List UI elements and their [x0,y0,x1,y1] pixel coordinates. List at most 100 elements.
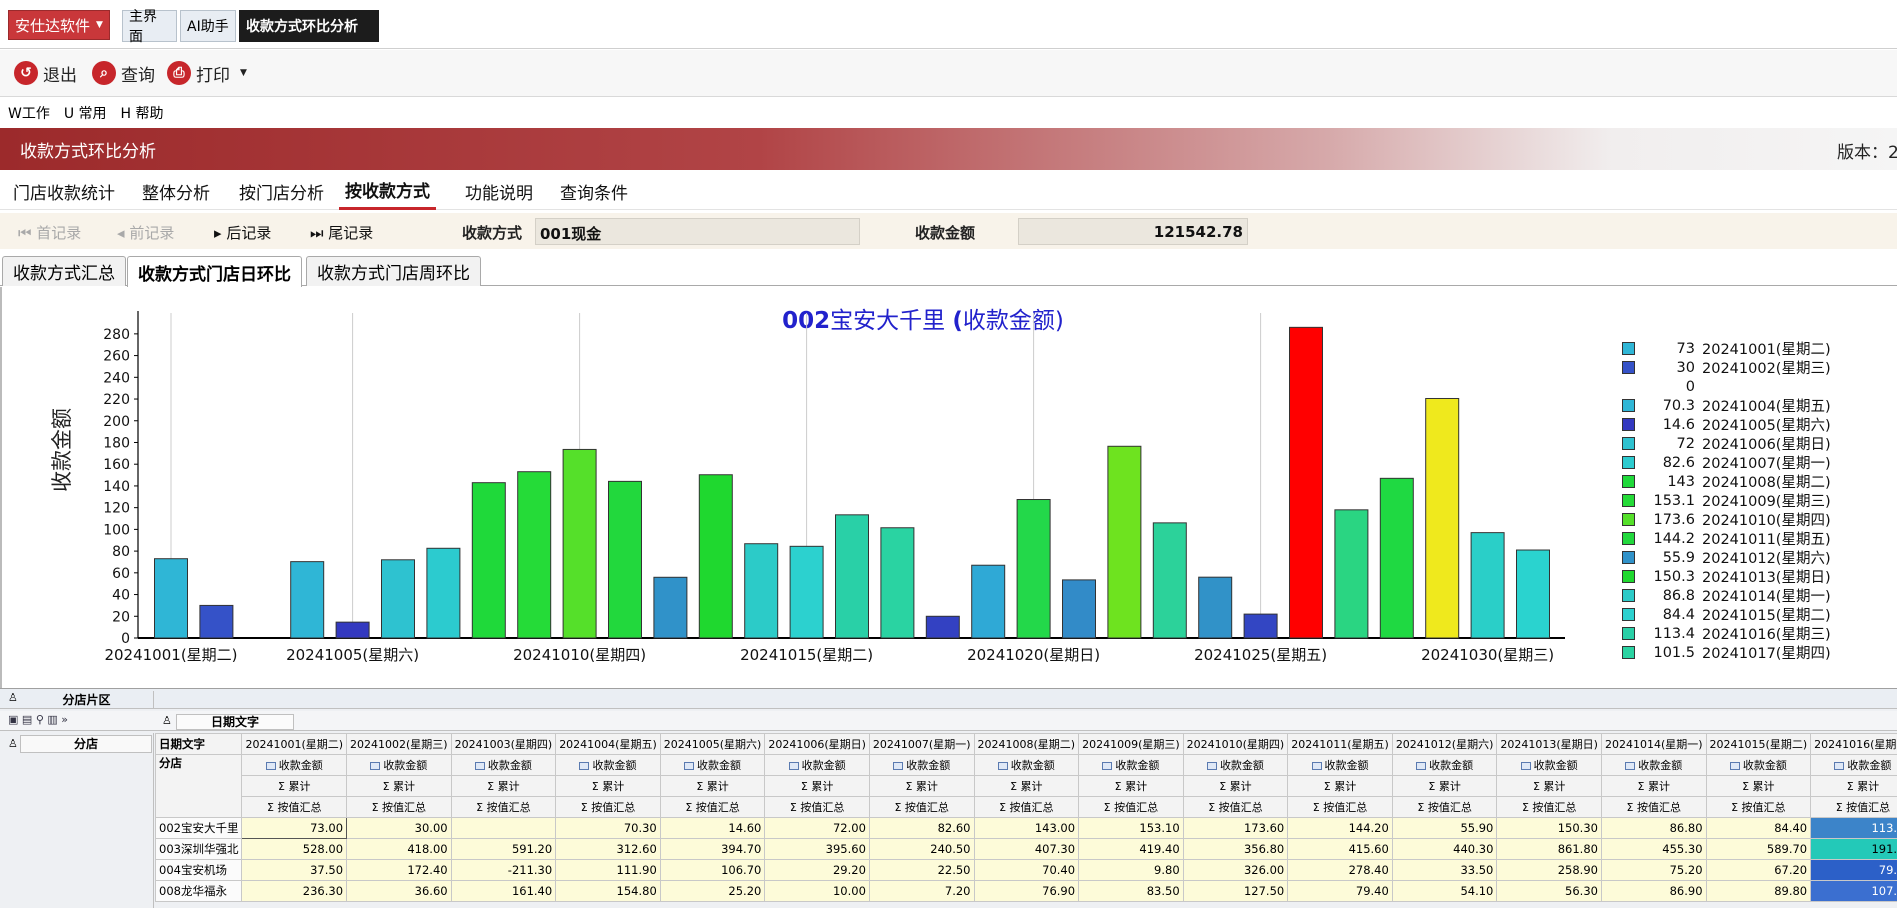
value-cell[interactable] [450,817,557,839]
next-record-button[interactable]: ▸ 后记录 [214,222,271,243]
value-cell[interactable]: 73.00 [241,817,348,839]
value-cell[interactable]: 29.20 [764,859,870,881]
field-list-icon[interactable]: ▣ [8,713,18,726]
value-cell[interactable]: 440.30 [1391,838,1498,860]
value-cell[interactable]: 394.70 [659,838,766,860]
bar-20241016[interactable] [835,514,869,639]
value-cell[interactable]: 143.00 [973,817,1080,839]
value-cell[interactable]: 161.40 [450,880,557,902]
value-cell[interactable]: 127.50 [1182,880,1289,902]
bar-20241026[interactable] [1289,326,1323,639]
value-cell[interactable]: 326.00 [1182,859,1289,881]
date-column-header[interactable]: 20241009(星期三) [1078,733,1184,755]
bar-20241031[interactable] [1516,549,1550,639]
date-column-header[interactable]: 20241005(星期六) [659,733,766,755]
value-cell[interactable]: 312.60 [555,838,661,860]
date-column-header[interactable]: 20241001(星期二) [241,733,348,755]
value-cell[interactable]: 415.60 [1287,838,1393,860]
bar-20241023[interactable] [1152,522,1187,639]
value-cell[interactable]: 10.00 [764,880,870,902]
value-cell[interactable]: 150.30 [1496,817,1602,839]
query-button[interactable]: ⌕ 查询 [92,60,155,86]
table-row[interactable]: 003深圳华强北 528.00 418.00 591.20 312.60 394.70 39… [154,838,1897,860]
value-cell[interactable]: 9.80 [1078,859,1184,881]
value-cell[interactable]: 89.80 [1705,880,1812,902]
value-cell[interactable]: 72.00 [764,817,870,839]
value-cell[interactable]: 75.20 [1600,859,1707,881]
menu-common[interactable]: U 常用 [64,103,107,123]
date-field-header[interactable]: 日期文字 [154,733,243,755]
value-cell[interactable]: 173.60 [1182,817,1289,839]
layout-icon[interactable]: ▤ [22,713,32,726]
value-cell[interactable]: 111.90 [555,859,661,881]
date-column-header[interactable]: 20241010(星期四) [1182,733,1289,755]
value-cell[interactable]: 25.20 [659,880,766,902]
bar-20241018[interactable] [925,615,960,639]
value-cell[interactable]: 79.20 [1810,859,1897,881]
tab-payment-analysis[interactable]: 收款方式环比分析 [239,10,379,42]
bar-20241001[interactable] [154,558,188,639]
value-cell[interactable]: 236.30 [241,880,348,902]
chevron-down-icon[interactable]: ▼ [240,68,247,78]
tab-by-payment-method[interactable]: 按收款方式 [339,172,436,210]
value-cell[interactable]: 56.30 [1496,880,1602,902]
store-field-button[interactable]: 分店 [20,735,152,753]
export-icon[interactable]: ▥ [47,713,57,726]
tab-overall-analysis[interactable]: 整体分析 [142,172,210,210]
bar-20241027[interactable] [1334,509,1369,639]
value-cell[interactable]: 419.40 [1078,838,1184,860]
value-cell[interactable]: 356.80 [1182,838,1289,860]
bar-20241006[interactable] [381,559,415,639]
date-column-header[interactable]: 20241008(星期二) [973,733,1080,755]
bar-20241009[interactable] [517,471,552,639]
value-cell[interactable]: 33.50 [1391,859,1498,881]
value-cell[interactable]: 395.60 [764,838,870,860]
value-cell[interactable]: 54.10 [1391,880,1498,902]
bar-20241011[interactable] [608,480,642,639]
value-cell[interactable]: 86.90 [1600,880,1707,902]
value-cell[interactable]: 154.80 [555,880,661,902]
print-button[interactable]: ⎙ 打印 ▼ [167,60,247,86]
value-cell[interactable]: 83.50 [1078,880,1184,902]
bar-20241014[interactable] [744,543,779,639]
value-cell[interactable]: 191.30 [1810,838,1897,860]
value-cell[interactable]: 30.00 [346,817,452,839]
date-column-header[interactable]: 20241003(星期四) [450,733,557,755]
bar-20241019[interactable] [971,564,1006,639]
tab-store-payment-stats[interactable]: 门店收款统计 [13,172,115,210]
date-column-header[interactable]: 20241012(星期六) [1391,733,1498,755]
date-column-header[interactable]: 20241004(星期五) [555,733,661,755]
value-cell[interactable]: 113.40 [1810,817,1897,839]
date-column-header[interactable]: 20241014(星期一) [1600,733,1707,755]
value-cell[interactable]: 240.50 [868,838,975,860]
bar-20241015[interactable] [789,545,824,639]
tab-by-store[interactable]: 按门店分析 [239,172,324,210]
app-menu-button[interactable]: 安仕达软件 ▼ [8,10,110,40]
value-cell[interactable]: 407.30 [973,838,1080,860]
value-cell[interactable]: 79.40 [1287,880,1393,902]
payment-method-field[interactable]: 001现金 [535,218,860,245]
date-column-header[interactable]: 20241011(星期五) [1287,733,1393,755]
value-cell[interactable]: 591.20 [450,838,557,860]
subtab-store-weekly-ratio[interactable]: 收款方式门店周环比 [306,256,481,286]
date-column-header[interactable]: 20241002(星期三) [346,733,452,755]
bar-20241007[interactable] [426,547,461,639]
value-cell[interactable]: 455.30 [1600,838,1707,860]
value-cell[interactable]: 106.70 [659,859,766,881]
bar-20241020[interactable] [1016,499,1051,639]
bar-20241022[interactable] [1107,445,1142,639]
bar-20241028[interactable] [1379,477,1414,639]
bar-20241010[interactable] [562,448,597,639]
value-cell[interactable]: 37.50 [241,859,348,881]
bar-20241024[interactable] [1198,576,1233,639]
date-field-button[interactable]: 日期文字 [176,714,294,730]
bar-20241029[interactable] [1425,397,1460,639]
value-cell[interactable]: 528.00 [241,838,348,860]
date-column-header[interactable]: 20241015(星期二) [1705,733,1812,755]
tab-function-description[interactable]: 功能说明 [465,172,533,210]
value-cell[interactable]: 14.60 [659,817,766,839]
subtab-store-daily-ratio[interactable]: 收款方式门店日环比 [127,256,302,287]
table-row[interactable]: 008龙华福永 236.30 36.60 161.40 154.80 25.20 10.00… [154,880,1897,902]
value-cell[interactable]: 7.20 [868,880,975,902]
value-cell[interactable]: 172.40 [346,859,452,881]
